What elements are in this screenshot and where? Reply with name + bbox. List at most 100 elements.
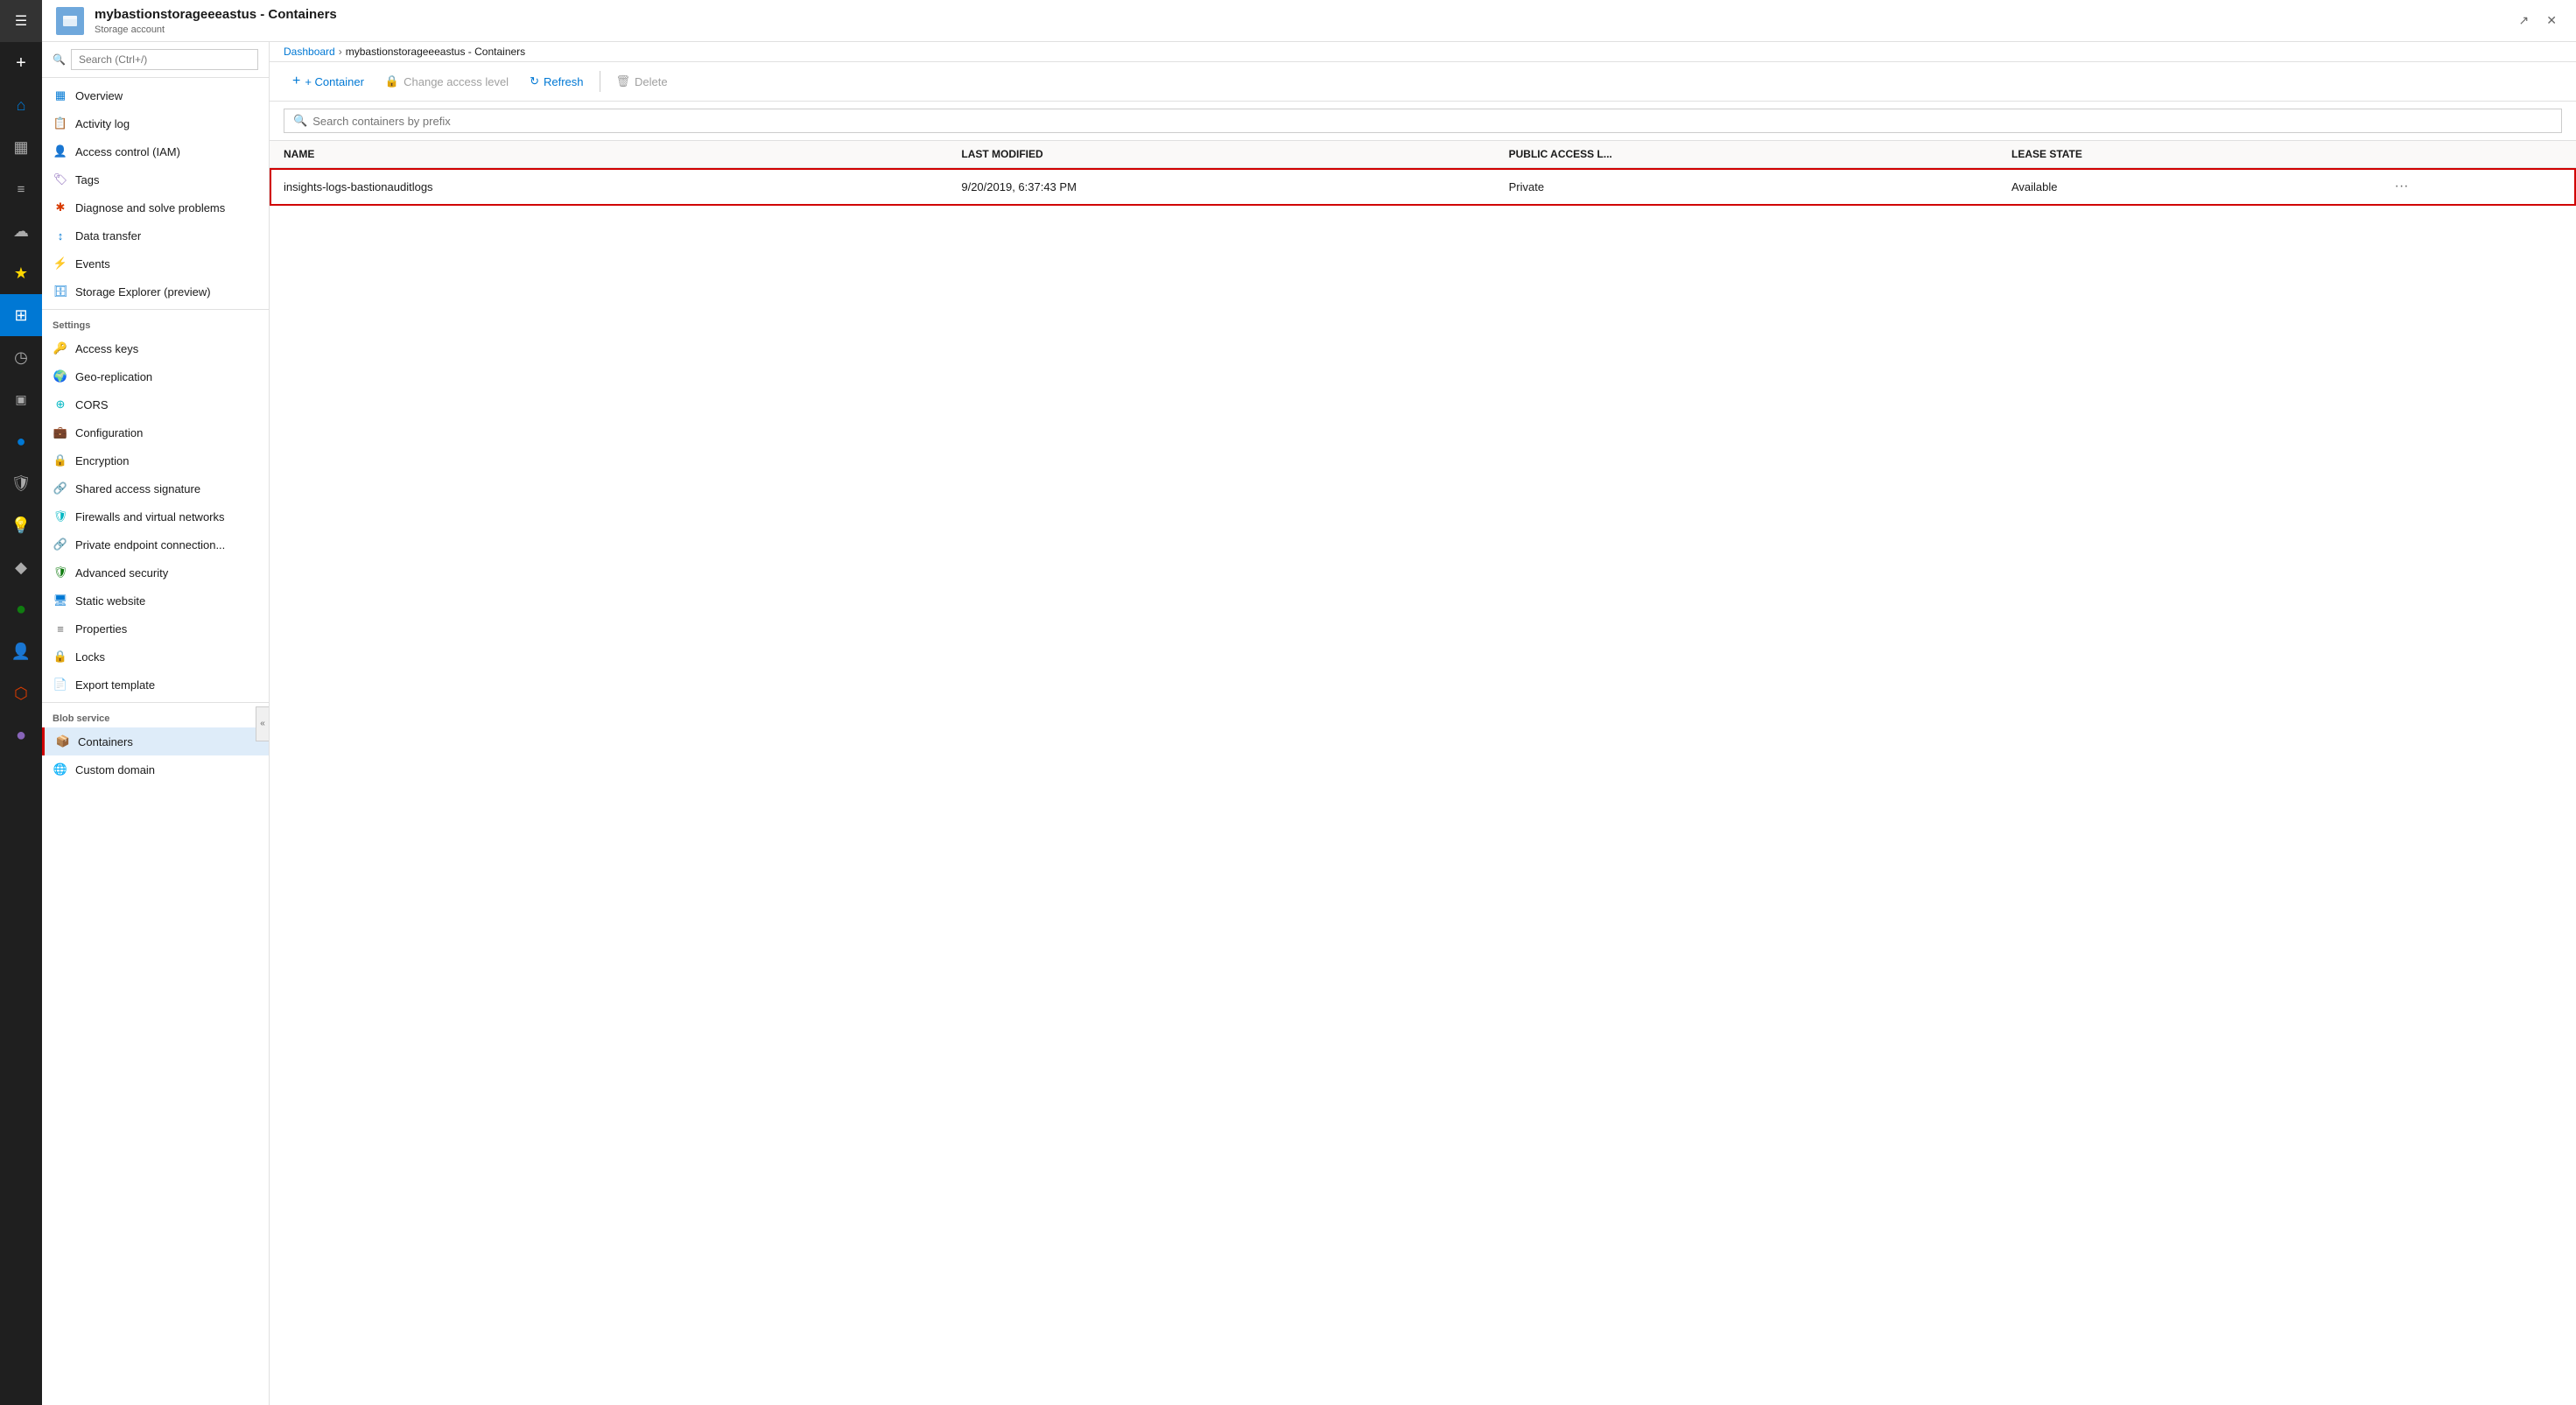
nav-label-locks: Locks — [75, 650, 105, 664]
sidebar-item-properties[interactable]: ≡ Properties — [42, 615, 269, 643]
sidebar-item-containers[interactable]: 📦 Containers — [42, 727, 269, 755]
sidebar-item-custom-domain[interactable]: 🌐 Custom domain — [42, 755, 269, 783]
sidebar-search-input[interactable] — [71, 49, 258, 70]
toolbar: + + Container 🔒 Change access level ↻ Re… — [270, 62, 2576, 102]
search-bar: 🔍 — [284, 109, 2562, 133]
col-header-lease-state[interactable]: LEASE STATE — [1997, 141, 2376, 168]
col-header-actions — [2376, 141, 2576, 168]
sidebar-item-configuration[interactable]: 💼 Configuration — [42, 418, 269, 446]
sidebar-item-geo-replication[interactable]: 🌍 Geo-replication — [42, 362, 269, 390]
nav-label-export-template: Export template — [75, 678, 155, 692]
nav-label-geo-replication: Geo-replication — [75, 370, 152, 383]
sidebar-search-area: 🔍 — [42, 42, 269, 78]
breadcrumb-current: mybastionstorageeeastus - Containers — [346, 46, 525, 58]
window-chrome: mybastionstorageeeastus - Containers Sto… — [42, 0, 2576, 42]
cloud-icon[interactable]: ☁ — [0, 210, 42, 252]
window-subtitle: Storage account — [95, 25, 165, 35]
sidebar-item-cors[interactable]: ⊕ CORS — [42, 390, 269, 418]
container-name: insights-logs-bastionauditlogs — [270, 168, 947, 206]
diamond-icon[interactable]: ◆ — [0, 546, 42, 588]
sidebar-item-access-keys[interactable]: 🔑 Access keys — [42, 334, 269, 362]
sidebar-item-storage-explorer[interactable]: 🗄 Storage Explorer (preview) — [42, 277, 269, 306]
refresh-icon: ↻ — [530, 74, 539, 88]
sidebar: 🔍 ▦ Overview 📋 Activity log 👤 Access con… — [42, 42, 270, 1405]
sidebar-item-events[interactable]: ⚡ Events — [42, 249, 269, 277]
geo-replication-icon: 🌍 — [53, 369, 68, 384]
sidebar-collapse-button[interactable]: « — [256, 706, 270, 741]
advanced-security-icon: 🛡 — [53, 565, 68, 580]
containers-table: NAME LAST MODIFIED PUBLIC ACCESS L... LE… — [270, 141, 2576, 206]
monitor-icon[interactable]: ▣ — [0, 378, 42, 420]
dashboard-icon[interactable]: ▦ — [0, 126, 42, 168]
nav-label-data-transfer: Data transfer — [75, 229, 141, 242]
menu-icon[interactable]: ☰ — [0, 0, 42, 42]
sidebar-item-activity-log[interactable]: 📋 Activity log — [42, 109, 269, 137]
breadcrumb-home-link[interactable]: Dashboard — [284, 46, 335, 58]
window-title-area: mybastionstorageeeastus - Containers Sto… — [56, 7, 337, 35]
container-public-access: Private — [1495, 168, 1997, 206]
create-resource-icon[interactable]: + — [0, 42, 42, 84]
access-control-icon: 👤 — [53, 144, 68, 159]
activity-log-icon: 📋 — [53, 116, 68, 131]
nav-label-custom-domain: Custom domain — [75, 763, 155, 776]
delete-button[interactable]: 🗑 Delete — [607, 70, 677, 93]
custom-domain-icon: 🌐 — [53, 762, 68, 777]
locks-icon: 🔒 — [53, 649, 68, 664]
sidebar-item-diagnose[interactable]: ✱ Diagnose and solve problems — [42, 193, 269, 221]
add-container-button[interactable]: + + Container — [284, 69, 373, 94]
table-row[interactable]: insights-logs-bastionauditlogs 9/20/2019… — [270, 168, 2576, 206]
favorites-icon[interactable]: ★ — [0, 252, 42, 294]
properties-icon: ≡ — [53, 621, 68, 636]
delete-label: Delete — [635, 75, 668, 88]
more-actions-button[interactable]: ··· — [2390, 177, 2414, 196]
shield-icon[interactable]: 🛡 — [0, 462, 42, 504]
container-lease-state: Available — [1997, 168, 2376, 206]
sidebar-item-advanced-security[interactable]: 🛡 Advanced security — [42, 558, 269, 587]
private-endpoint-icon: 🔗 — [53, 537, 68, 552]
col-header-name[interactable]: NAME — [270, 141, 947, 168]
refresh-label: Refresh — [544, 75, 584, 88]
sidebar-item-shared-access[interactable]: 🔗 Shared access signature — [42, 474, 269, 502]
nav-label-private-endpoint: Private endpoint connection... — [75, 538, 225, 551]
sidebar-item-data-transfer[interactable]: ↕ Data transfer — [42, 221, 269, 249]
popout-button[interactable]: ↗ — [2514, 10, 2535, 32]
col-header-public-access[interactable]: PUBLIC ACCESS L... — [1495, 141, 1997, 168]
all-services-icon[interactable]: ≡ — [0, 168, 42, 210]
circle-icon3[interactable]: ● — [0, 714, 42, 756]
sidebar-item-access-control[interactable]: 👤 Access control (IAM) — [42, 137, 269, 165]
nav-label-access-keys: Access keys — [75, 342, 138, 355]
change-access-label: Change access level — [404, 75, 509, 88]
sidebar-item-encryption[interactable]: 🔒 Encryption — [42, 446, 269, 474]
nav-label-tags: Tags — [75, 173, 99, 186]
puzzle-icon[interactable]: ⬡ — [0, 672, 42, 714]
sidebar-item-private-endpoint[interactable]: 🔗 Private endpoint connection... — [42, 530, 269, 558]
cors-icon: ⊕ — [53, 397, 68, 412]
sidebar-item-firewalls[interactable]: 🛡 Firewalls and virtual networks — [42, 502, 269, 530]
change-access-button[interactable]: 🔒 Change access level — [376, 70, 517, 93]
circle-blue-icon[interactable]: ● — [0, 420, 42, 462]
export-template-icon: 📄 — [53, 677, 68, 692]
nav-label-static-website: Static website — [75, 594, 145, 608]
close-button[interactable]: ✕ — [2541, 10, 2562, 32]
person-icon[interactable]: 👤 — [0, 630, 42, 672]
circle-icon2[interactable]: ● — [0, 588, 42, 630]
sidebar-item-locks[interactable]: 🔒 Locks — [42, 643, 269, 671]
clock-icon[interactable]: ◷ — [0, 336, 42, 378]
data-transfer-icon: ↕ — [53, 228, 68, 243]
bulb-icon[interactable]: 💡 — [0, 504, 42, 546]
container-more-actions: ··· — [2376, 168, 2576, 206]
sidebar-item-overview[interactable]: ▦ Overview — [42, 81, 269, 109]
refresh-button[interactable]: ↻ Refresh — [521, 70, 592, 93]
sidebar-item-export-template[interactable]: 📄 Export template — [42, 671, 269, 699]
static-website-icon: 🖥 — [53, 593, 68, 608]
col-header-last-modified[interactable]: LAST MODIFIED — [947, 141, 1494, 168]
container-search-input[interactable] — [312, 115, 2552, 128]
breadcrumb-separator: › — [339, 46, 342, 58]
tags-icon: 🏷 — [53, 172, 68, 187]
window-controls: ↗ ✕ — [2514, 10, 2562, 32]
nav-label-properties: Properties — [75, 622, 127, 636]
sidebar-item-tags[interactable]: 🏷 Tags — [42, 165, 269, 193]
home-icon[interactable]: ⌂ — [0, 84, 42, 126]
sidebar-item-static-website[interactable]: 🖥 Static website — [42, 587, 269, 615]
active-service-icon[interactable]: ⊞ — [0, 294, 42, 336]
